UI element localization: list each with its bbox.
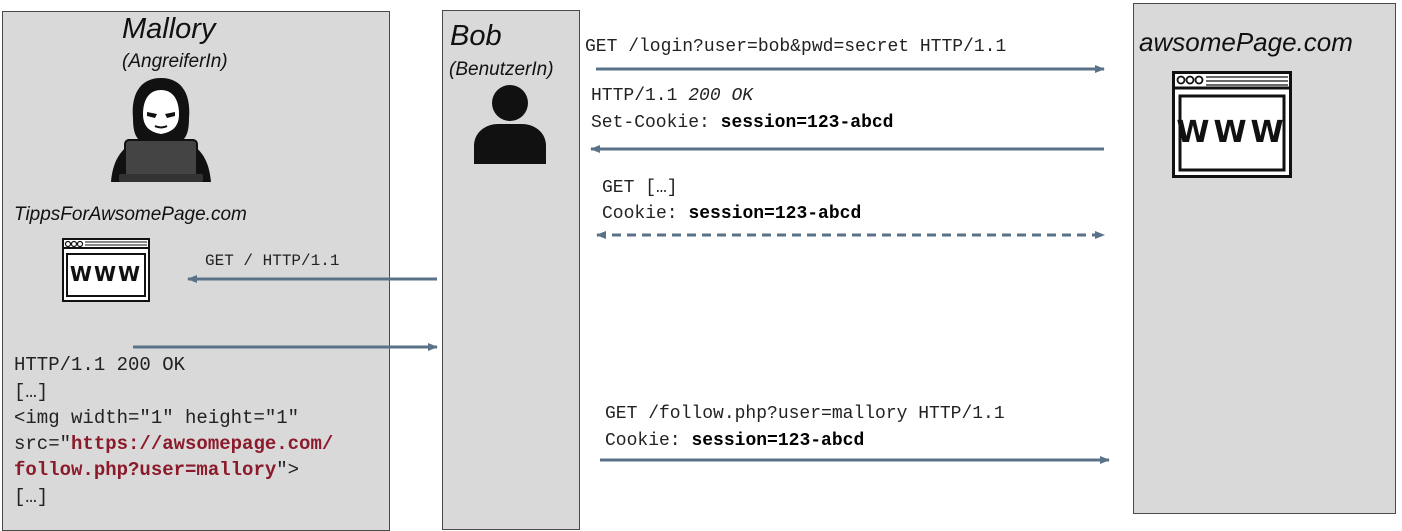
arrow-layer [133,65,1110,464]
